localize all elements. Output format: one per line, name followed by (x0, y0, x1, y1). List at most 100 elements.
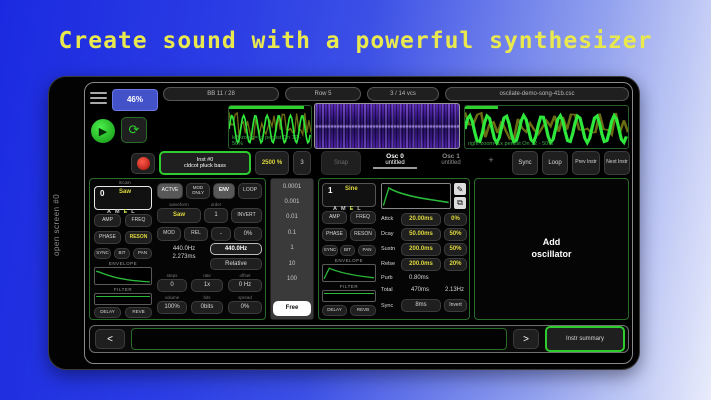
active-tab-underline (373, 167, 417, 169)
osc0-mod-button[interactable]: MOD (157, 227, 181, 241)
left-oscilloscope[interactable]: left-zoom=1x persist On 12 - 50% (228, 105, 312, 149)
add-oscillator-tab[interactable]: + (481, 155, 501, 165)
osc1-filter-graph[interactable] (322, 290, 376, 302)
song-name-pill[interactable]: oscilate-demo-song-41b.csc (445, 87, 629, 101)
osc1-amp-button[interactable]: AMP (322, 211, 347, 224)
envelope-edit-button[interactable]: ✎ (454, 183, 466, 195)
snap-value-column: 0.0001 0.001 0.01 0.1 1 10 100 Free (270, 178, 314, 320)
osc0-volume-button[interactable]: 100% (157, 301, 187, 314)
snap-option[interactable]: 1 (271, 241, 313, 256)
osc0-env-button[interactable]: ENV (213, 183, 235, 199)
beat-counter-pill[interactable]: BB 11 / 28 (163, 87, 279, 101)
adsr-sustain-time[interactable]: 200.0ms (401, 243, 441, 256)
osc0-spread-button[interactable]: 0% (228, 301, 262, 314)
osc1-envelope-display[interactable] (381, 183, 451, 209)
right-oscilloscope[interactable]: right-zoom=1x persist On 12 - 50% (464, 105, 629, 149)
snap-option[interactable]: 0.001 (271, 194, 313, 209)
osc1-invert-button[interactable]: Invert (444, 299, 467, 312)
osc0-pan-button[interactable]: PAN (133, 248, 152, 259)
play-icon: ▶ (99, 125, 107, 138)
envelope-copy-button[interactable]: ⧉ (454, 197, 466, 209)
snap-free-option[interactable]: Free (273, 301, 311, 316)
snap-option[interactable]: 100 (271, 271, 313, 286)
osc0-wave-select-button[interactable]: Saw (157, 208, 201, 223)
sync-button[interactable]: Sync (512, 151, 538, 175)
osc0-envelope-graph[interactable] (94, 267, 152, 285)
osc1-revb-button[interactable]: REVB (350, 305, 376, 316)
adsr-release-time[interactable]: 200.0ms (401, 258, 441, 271)
tab-osc-1[interactable]: Osc 1 untitled (425, 153, 477, 166)
osc0-phase-button[interactable]: PHASE (94, 231, 121, 244)
osc0-selector-box[interactable]: 0 Saw AMEL (94, 186, 152, 210)
osc0-bit-button[interactable]: BIT (114, 248, 130, 259)
osc0-offset-button[interactable]: 0 Hz (228, 279, 262, 292)
snap-button[interactable]: Snap (321, 151, 361, 175)
osc0-steps-button[interactable]: 0 (157, 279, 187, 292)
osc0-reson-button[interactable]: RESON (125, 231, 152, 244)
adsr-decay-time[interactable]: 50.00ms (401, 228, 441, 241)
adsr-decay-pct[interactable]: 50% (444, 228, 467, 241)
add-oscillator-panel[interactable]: Add oscillator (474, 178, 629, 320)
osc1-delay-button[interactable]: DELAY (322, 305, 347, 316)
osc0-dash-button[interactable]: - (211, 227, 231, 241)
osc0-active-button[interactable]: ACTVE (157, 183, 183, 199)
voices-counter-pill[interactable]: 3 / 14 vcs (367, 87, 439, 101)
osc0-steps-microlabel: steps (157, 273, 187, 278)
osc0-bits-button[interactable]: 0bits (191, 301, 223, 314)
osc1-bit-button[interactable]: BIT (340, 245, 355, 256)
osc0-amp-button[interactable]: AMP (94, 214, 121, 227)
osc0-loop-button[interactable]: LOOP (238, 183, 262, 199)
osc0-freq-button[interactable]: FREQ (125, 214, 152, 227)
prev-instr-button[interactable]: Prev Instr (572, 151, 600, 175)
osc0-filter-graph[interactable] (94, 293, 152, 305)
loop-icon: ⟳ (129, 123, 140, 137)
osc1-sync-button[interactable]: SYNC (322, 245, 338, 256)
osc0-on-pct-button[interactable]: 0% (234, 227, 262, 241)
record-button[interactable] (131, 153, 155, 174)
osc0-sync-button[interactable]: SYNC (94, 248, 111, 259)
osc0-rel-button[interactable]: REL (184, 227, 208, 241)
gain-button[interactable]: 2500 % (255, 151, 289, 175)
osc1-phase-button[interactable]: PHASE (322, 228, 347, 241)
osc1-reson-button[interactable]: RESON (350, 228, 376, 241)
menu-icon[interactable] (90, 89, 107, 107)
osc1-pan-button[interactable]: PAN (358, 245, 376, 256)
snap-option[interactable]: 0.0001 (271, 179, 313, 194)
osc0-order-button[interactable]: 1 (204, 208, 228, 223)
adsr-sustain-pct[interactable]: 50% (444, 243, 467, 256)
osc0-mod-only-button[interactable]: MOD ONLY (186, 183, 210, 199)
osc1-freq-button[interactable]: FREQ (350, 211, 376, 224)
pattern-strip[interactable] (131, 328, 507, 350)
instrument-select-button[interactable]: Inst #0 cldcot pluck bass (159, 151, 251, 175)
osc0-bits-microlabel: bits (191, 295, 223, 300)
loop-button[interactable]: Loop (542, 151, 568, 175)
osc1-sync-value-button[interactable]: 8ms (401, 299, 441, 312)
osc0-freq-button-value[interactable]: 440.0Hz (210, 243, 262, 255)
row-counter-pill[interactable]: Row 5 (285, 87, 361, 101)
right-scope-caption: right-zoom=1x persist On 12 - 50% (468, 141, 553, 147)
loop-toggle-button[interactable]: ⟳ (121, 117, 147, 143)
instr-summary-button[interactable]: Instr summary (545, 326, 625, 352)
tab-osc-0[interactable]: Osc 0 untitled (369, 153, 421, 166)
osc0-relative-button[interactable]: Relative (210, 258, 262, 270)
osc0-delay-button[interactable]: DELAY (94, 307, 121, 318)
play-button[interactable]: ▶ (91, 119, 115, 143)
osc0-freq-readout: 440.0Hz2.273ms (160, 245, 208, 262)
voices-button[interactable]: 3 (293, 151, 311, 175)
spectrogram[interactable] (314, 103, 460, 149)
osc1-selector-box[interactable]: 1 Sine AMEL (322, 183, 376, 207)
osc0-revb-button[interactable]: REVB (125, 307, 152, 318)
snap-option[interactable]: 0.01 (271, 210, 313, 225)
snap-option[interactable]: 10 (271, 256, 313, 271)
adsr-attack-time[interactable]: 20.00ms (401, 213, 441, 226)
prev-page-button[interactable]: < (95, 329, 125, 349)
next-page-button[interactable]: > (513, 329, 539, 349)
snap-option[interactable]: 0.1 (271, 225, 313, 240)
osc1-envelope-graph[interactable] (322, 264, 376, 282)
adsr-release-pct[interactable]: 20% (444, 258, 467, 271)
cpu-meter[interactable]: 46% (112, 89, 158, 111)
osc0-invert-button[interactable]: INVERT (231, 208, 262, 223)
osc0-rate-button[interactable]: 1x (191, 279, 223, 292)
adsr-attack-pct[interactable]: 0% (444, 213, 467, 226)
next-instr-button[interactable]: Next Instr (604, 151, 630, 175)
